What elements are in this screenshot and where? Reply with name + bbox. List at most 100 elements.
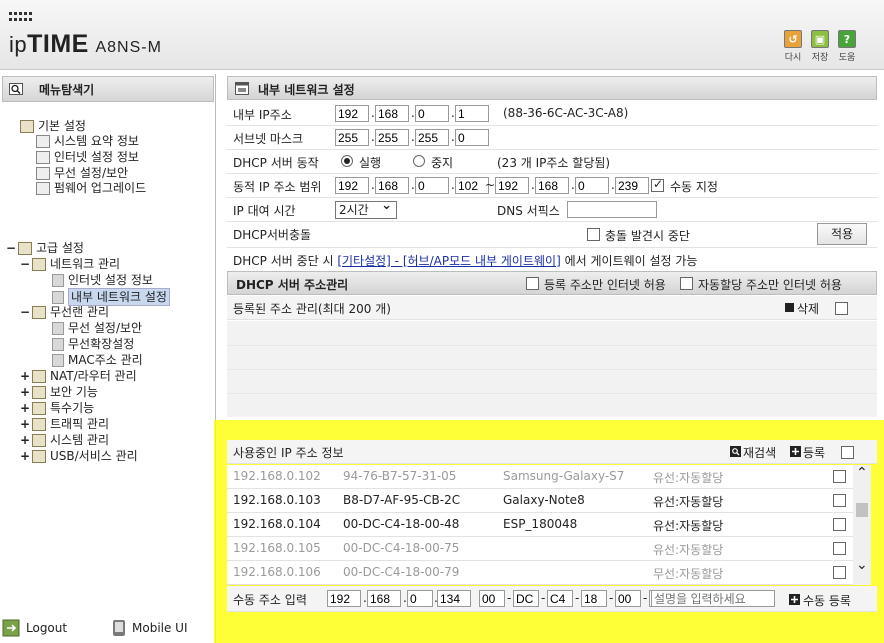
- tree-firmware-upgrade[interactable]: 펌웨어 업그레이드: [36, 180, 146, 196]
- lan-ip-octet-2[interactable]: [375, 105, 409, 122]
- tree-basic-settings[interactable]: 기본 설정: [20, 118, 86, 134]
- dns-suffix-input[interactable]: [567, 201, 657, 218]
- delete-button[interactable]: 삭제: [797, 300, 819, 317]
- stop-on-conflict-checkbox[interactable]: [587, 228, 600, 241]
- scroll-up-icon[interactable]: ⌃: [856, 465, 868, 481]
- apply-button[interactable]: 적용: [817, 223, 867, 245]
- manual-ip-octet-2[interactable]: [367, 590, 401, 607]
- description-input[interactable]: [651, 590, 775, 607]
- manual-register-button[interactable]: 수동 등록: [803, 592, 851, 609]
- redo-button[interactable]: ↺ 다시: [780, 30, 806, 63]
- tree-special[interactable]: + 특수기능: [20, 400, 94, 416]
- document-icon: [52, 353, 64, 367]
- table-row[interactable]: 192.168.0.105 00-DC-C4-18-00-75 유선:자동할당: [227, 537, 855, 561]
- cell-mac: 00-DC-C4-18-00-48: [343, 517, 460, 531]
- lan-ip-octet-3[interactable]: [415, 105, 449, 122]
- tree-security[interactable]: + 보안 기능: [20, 384, 98, 400]
- scrollbar[interactable]: ⌃ ⌄: [853, 465, 871, 585]
- tree-internet-setup[interactable]: 인터넷 설정 정보: [52, 272, 153, 288]
- logout-button[interactable]: Logout: [2, 619, 67, 637]
- expand-icon[interactable]: +: [20, 384, 30, 400]
- table-row[interactable]: 192.168.0.102 94-76-B7-57-31-05 Samsung-Ga…: [227, 465, 855, 489]
- expand-icon[interactable]: +: [20, 416, 30, 432]
- lan-ip-octet-1[interactable]: [335, 105, 369, 122]
- tree-traffic[interactable]: + 트래픽 관리: [20, 416, 109, 432]
- save-button[interactable]: ▣ 저장: [807, 30, 833, 63]
- expand-icon[interactable]: +: [20, 368, 30, 384]
- tree-wireless-extension[interactable]: 무선확장설정: [52, 336, 134, 352]
- table-row[interactable]: 192.168.0.106 00-DC-C4-18-00-79 무선:자동할당: [227, 561, 855, 585]
- tree-wireless-setup[interactable]: 무선 설정/보안: [52, 320, 142, 336]
- range-end-octet-4[interactable]: [615, 177, 649, 194]
- in-use-select-all[interactable]: [841, 446, 854, 459]
- manual-ip-octet-1[interactable]: [327, 590, 361, 607]
- subnet-octet-2[interactable]: [375, 129, 409, 146]
- tree-usb-service[interactable]: + USB/서비스 관리: [20, 448, 138, 464]
- refresh-button[interactable]: 재검색: [743, 444, 776, 461]
- scroll-thumb[interactable]: [856, 503, 868, 517]
- tree-wireless-mgmt[interactable]: − 무선랜 관리: [20, 304, 109, 320]
- manual-ip-octet-4[interactable]: [437, 590, 471, 607]
- dhcp-off-radio[interactable]: [413, 155, 425, 167]
- allow-auto-checkbox[interactable]: [680, 277, 693, 290]
- expand-icon[interactable]: +: [20, 432, 30, 448]
- tree-wireless-security[interactable]: 무선 설정/보안: [36, 165, 128, 181]
- mobile-ui-button[interactable]: Mobile UI: [112, 619, 188, 637]
- expand-icon[interactable]: +: [20, 400, 30, 416]
- register-button[interactable]: 등록: [803, 444, 825, 461]
- range-end-octet-3[interactable]: [575, 177, 609, 194]
- collapse-icon[interactable]: −: [20, 256, 30, 272]
- row-checkbox[interactable]: [833, 494, 846, 507]
- lan-ip-octet-4[interactable]: [455, 105, 489, 122]
- table-row[interactable]: 192.168.0.104 00-DC-C4-18-00-48 ESP_180048…: [227, 513, 855, 537]
- tree-advanced-settings[interactable]: − 고급 설정: [6, 240, 84, 256]
- tree-mac-mgmt[interactable]: MAC주소 관리: [52, 352, 143, 368]
- section-title: 내부 네트워크 설정: [227, 76, 877, 100]
- range-end-octet-2[interactable]: [535, 177, 569, 194]
- manual-mac-1[interactable]: [479, 590, 505, 607]
- table-row[interactable]: 192.168.0.103 B8-D7-AF-95-CB-2C Galaxy-Not…: [227, 489, 855, 513]
- tree-internet-settings[interactable]: 인터넷 설정 정보: [36, 149, 139, 165]
- subnet-octet-4[interactable]: [455, 129, 489, 146]
- collapse-icon[interactable]: −: [6, 240, 16, 256]
- manual-input-row: 수동 주소 입력 . . . - - - - - 수동 등록: [227, 586, 877, 612]
- manual-ip-octet-3[interactable]: [407, 590, 433, 607]
- cell-mac: 00-DC-C4-18-00-75: [343, 541, 460, 555]
- manual-range-checkbox[interactable]: [651, 177, 664, 192]
- row-checkbox[interactable]: [833, 518, 846, 531]
- manual-mac-4[interactable]: [581, 590, 607, 607]
- tree-system[interactable]: + 시스템 관리: [20, 432, 109, 448]
- dhcp-on-radio[interactable]: [341, 155, 353, 167]
- row-checkbox[interactable]: [833, 470, 846, 483]
- row-checkbox[interactable]: [833, 566, 846, 579]
- tree-network-mgmt[interactable]: − 네트워크 관리: [20, 256, 120, 272]
- tree-system-summary[interactable]: 시스템 요약 정보: [36, 133, 139, 149]
- range-start-octet-3[interactable]: [415, 177, 449, 194]
- manual-mac-3[interactable]: [547, 590, 573, 607]
- collapse-icon[interactable]: −: [20, 304, 30, 320]
- tree-nat-router[interactable]: + NAT/라우터 관리: [20, 368, 137, 384]
- subnet-octet-1[interactable]: [335, 129, 369, 146]
- help-button[interactable]: ? 도움: [834, 30, 860, 63]
- apps-grid-icon[interactable]: [9, 12, 33, 22]
- range-start-octet-1[interactable]: [335, 177, 369, 194]
- range-start-octet-2[interactable]: [375, 177, 409, 194]
- range-start-octet-4[interactable]: [455, 177, 489, 194]
- sidebar-footer: Logout Mobile UI: [0, 616, 216, 643]
- cell-ip: 192.168.0.105: [233, 541, 321, 555]
- subnet-octet-3[interactable]: [415, 129, 449, 146]
- scroll-down-icon[interactable]: ⌄: [856, 557, 868, 573]
- cell-name: ESP_180048: [503, 517, 578, 531]
- registered-select-all[interactable]: [835, 302, 848, 315]
- row-checkbox[interactable]: [833, 542, 846, 555]
- expand-icon[interactable]: +: [20, 448, 30, 464]
- range-end-octet-1[interactable]: [495, 177, 529, 194]
- dhcp-range-label: 동적 IP 주소 범위: [233, 180, 322, 194]
- manual-mac-5[interactable]: [615, 590, 641, 607]
- allow-registered-checkbox[interactable]: [526, 277, 539, 290]
- lease-select[interactable]: 2시간: [335, 198, 397, 219]
- registered-list: [227, 321, 877, 417]
- gateway-settings-link[interactable]: [기타설정] - [허브/AP모드 내부 게이트웨이]: [337, 254, 560, 268]
- cell-type: 유선:자동할당: [653, 519, 724, 533]
- manual-mac-2[interactable]: [513, 590, 539, 607]
